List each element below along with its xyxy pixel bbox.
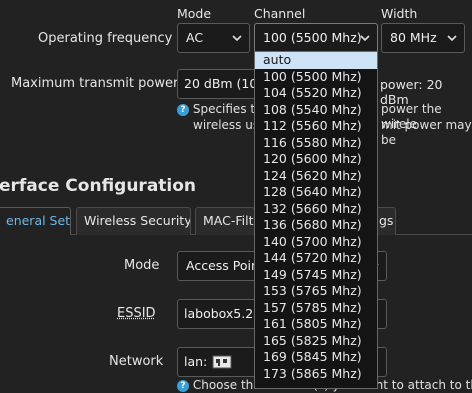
transmit-power-help-line2: wireless us [193, 118, 260, 132]
channel-option[interactable]: 153 (5765 Mhz) [255, 283, 377, 300]
transmit-power-help-line1: ? Specifies th [177, 102, 263, 117]
width-select[interactable]: 80 MHz [381, 23, 465, 53]
tab-wireless-security[interactable]: Wireless Security [76, 207, 191, 235]
help-icon: ? [177, 379, 189, 392]
essid-label: ESSID [117, 306, 156, 321]
operating-frequency-label: Operating frequency [38, 31, 173, 46]
channel-option[interactable]: 165 (5825 Mhz) [255, 333, 377, 350]
channel-option[interactable]: 108 (5540 Mhz) [255, 102, 377, 119]
channel-option[interactable]: 112 (5560 Mhz) [255, 118, 377, 135]
channel-option[interactable]: 132 (5660 Mhz) [255, 201, 377, 218]
interface-configuration-title: erface Configuration [0, 176, 197, 196]
tab-mac-filter[interactable]: MAC-Filte [195, 207, 255, 235]
mode-select[interactable]: AC [177, 23, 250, 53]
channel-option[interactable]: 128 (5640 Mhz) [255, 184, 377, 201]
channel-dropdown-list[interactable]: auto 100 (5500 Mhz) 104 (5520 Mhz) 108 (554… [254, 51, 378, 389]
channel-option[interactable]: 120 (5600 Mhz) [255, 151, 377, 168]
chevron-down-icon [360, 35, 370, 42]
channel-option[interactable]: 124 (5620 Mhz) [255, 168, 377, 185]
channel-option[interactable]: 157 (5785 Mhz) [255, 300, 377, 317]
tab-general-setup[interactable]: eneral Setup [0, 207, 71, 235]
mode-column-header: Mode [177, 6, 212, 21]
channel-select-value: 100 (5500 Mhz) [263, 30, 362, 45]
channel-option[interactable]: 140 (5700 Mhz) [255, 234, 377, 251]
channel-column-header: Channel [254, 6, 306, 21]
max-transmit-power-label: Maximum transmit power [11, 76, 179, 91]
transmit-power-help-line2-right: mit power may be [381, 118, 472, 147]
help-icon: ? [177, 103, 189, 116]
network-interface-icon [212, 355, 232, 369]
channel-option[interactable]: 161 (5805 Mhz) [255, 316, 377, 333]
width-select-value: 80 MHz [390, 30, 437, 45]
channel-option[interactable]: auto [255, 52, 377, 69]
network-value: lan: [184, 354, 208, 369]
channel-option[interactable]: 149 (5745 Mhz) [255, 267, 377, 284]
channel-select[interactable]: 100 (5500 Mhz) [254, 23, 378, 53]
mode-label: Mode [124, 258, 160, 273]
channel-option[interactable]: 144 (5720 Mhz) [255, 250, 377, 267]
interface-mode-value: Access Poin [186, 258, 259, 273]
channel-option[interactable]: 173 (5865 Mhz) [255, 366, 377, 383]
channel-option[interactable]: 136 (5680 Mhz) [255, 217, 377, 234]
channel-option[interactable]: 169 (5845 Mhz) [255, 349, 377, 366]
transmit-power-select[interactable]: 20 dBm (10 [177, 69, 261, 99]
channel-option[interactable]: 116 (5580 Mhz) [255, 135, 377, 152]
width-column-header: Width [381, 6, 418, 21]
chevron-down-icon [232, 35, 242, 42]
network-label: Network [109, 354, 164, 369]
transmit-power-value: 20 dBm (10 [184, 76, 258, 91]
mode-select-value: AC [186, 30, 204, 45]
channel-option[interactable]: 100 (5500 Mhz) [255, 69, 377, 86]
channel-option[interactable]: 104 (5520 Mhz) [255, 85, 377, 102]
essid-value: labobox5.2 [184, 306, 254, 321]
chevron-down-icon [447, 35, 457, 42]
